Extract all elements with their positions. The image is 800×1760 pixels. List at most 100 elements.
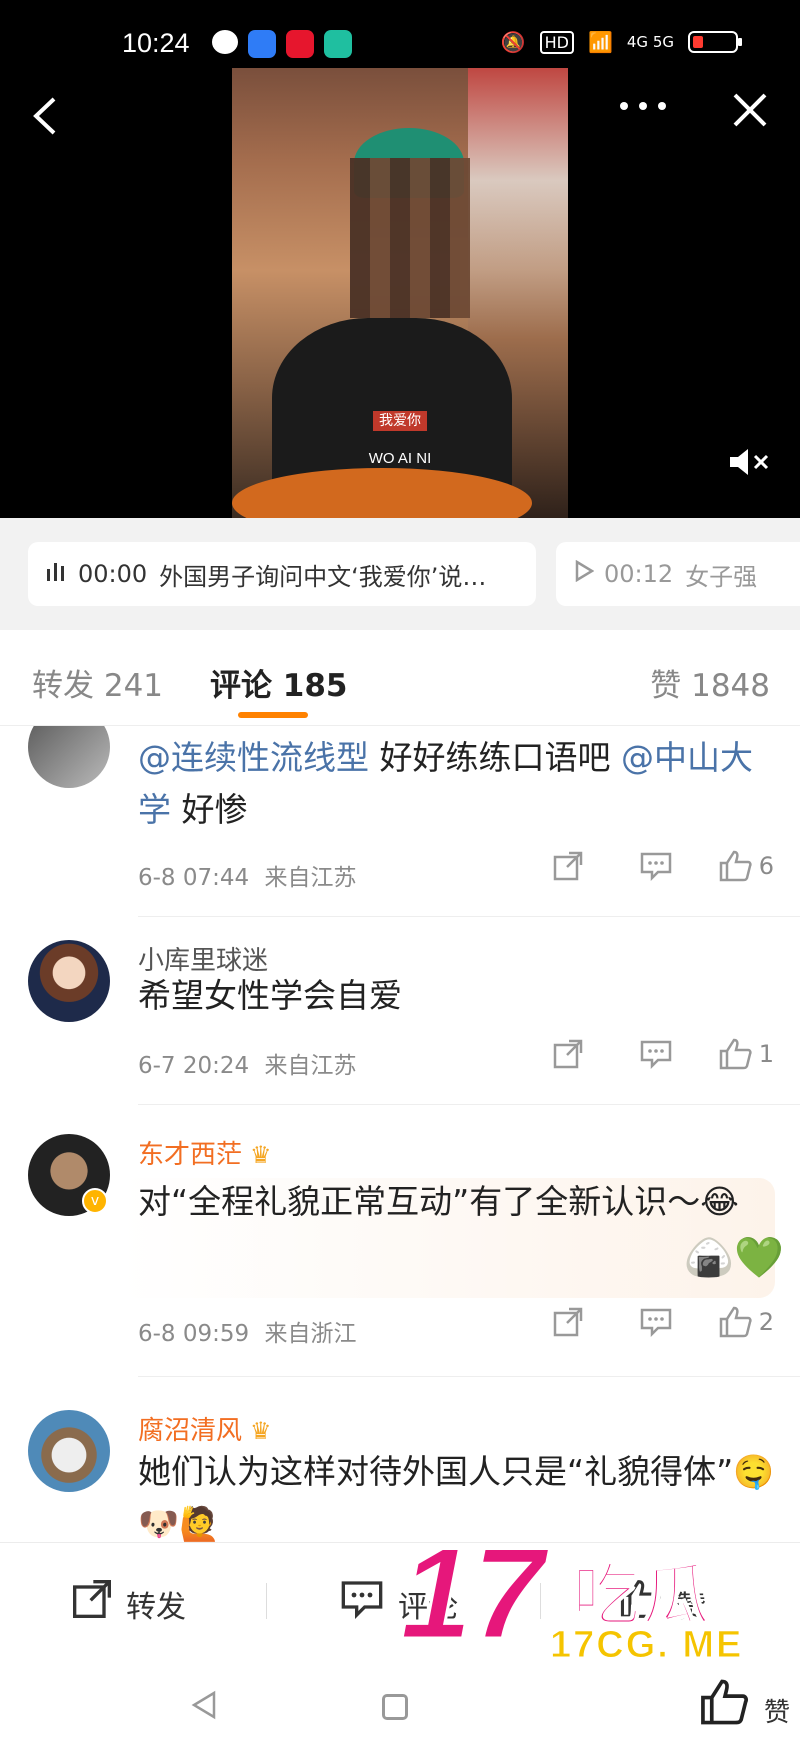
video-frame[interactable]: 我爱你 WO AI NI	[232, 68, 568, 518]
comment-text: 希望女性学会自爱	[138, 976, 402, 1015]
thumbs-up-icon	[719, 1306, 752, 1338]
comment-text: 她们认为这样对待外国人只是“礼貌得体”🤤🐶🙋	[138, 1452, 775, 1542]
thumbs-up-icon	[719, 1038, 752, 1070]
like-label: 赞	[676, 1589, 706, 1625]
subtitle-chinese: 我爱你	[232, 410, 568, 431]
comment-icon	[640, 852, 671, 881]
post-action-bar: 转发 评论 赞	[0, 1542, 800, 1658]
comment-meta: 6-8 07:44 来自江苏	[138, 858, 356, 892]
comment-meta: 6-8 09:59 来自浙江	[138, 1314, 356, 1348]
separator	[266, 1583, 267, 1619]
zongzi-sticker-icon: 🍙💚	[684, 1235, 784, 1281]
comment-actions: 2	[505, 1306, 774, 1338]
tab-comment[interactable]: 评论 185	[210, 660, 348, 705]
play-icon	[574, 559, 595, 588]
chapter-time: 00:12	[604, 560, 674, 588]
app-icon	[248, 30, 276, 58]
like-button[interactable]: 1	[719, 1038, 774, 1070]
comment-divider	[138, 916, 800, 917]
pixelated-face	[350, 158, 470, 318]
chapter-item[interactable]: 00:00 外国男子询问中文‘我爱你’说…	[28, 542, 536, 606]
share-button[interactable]	[543, 1039, 593, 1069]
repost-label: 转发	[126, 1589, 186, 1625]
comment-time: 6-8 07:44	[138, 865, 250, 891]
comment-location: 来自江苏	[264, 865, 357, 891]
share-button[interactable]	[543, 1307, 593, 1337]
comment-divider	[138, 1104, 800, 1105]
comment-meta: 6-7 20:24 来自江苏	[138, 1046, 356, 1080]
mute-button[interactable]	[728, 446, 772, 483]
like-count: 1	[758, 1040, 774, 1068]
comment-text: @连续性流线型 好好练练口语吧 @中山大学 好惨	[138, 738, 753, 829]
separator	[540, 1583, 541, 1619]
share-icon	[553, 1039, 582, 1069]
tab-like[interactable]: 赞 1848	[650, 660, 770, 705]
thumbs-up-icon	[620, 1579, 662, 1628]
more-button[interactable]	[618, 88, 668, 128]
comment-label: 评论	[398, 1589, 458, 1625]
post-tabs: 转发 241 评论 185 赞 1848	[0, 630, 800, 726]
wifi-icon: 📶	[587, 30, 613, 54]
like-button[interactable]: 2	[719, 1306, 774, 1338]
mention-link[interactable]: @连续性流线型	[138, 738, 369, 777]
hd-icon: HD	[539, 30, 574, 54]
like-post-button[interactable]: 赞	[620, 1579, 706, 1628]
system-back-button[interactable]	[190, 1690, 218, 1728]
mute-status-icon: 🔕	[500, 30, 526, 54]
status-time: 10:24	[122, 28, 190, 58]
reply-button[interactable]	[631, 1307, 681, 1337]
floating-like-label: 赞	[764, 1698, 791, 1728]
comment-icon	[640, 1308, 671, 1337]
triangle-back-icon	[191, 1690, 216, 1720]
subtitle-pinyin: WO AI NI	[368, 450, 432, 467]
share-button[interactable]	[543, 851, 593, 881]
verified-badge-icon: v	[82, 1188, 108, 1214]
audio-bars-icon	[46, 561, 68, 587]
back-button[interactable]	[30, 95, 60, 144]
like-button[interactable]: 6	[719, 850, 774, 882]
chevron-left-icon	[33, 97, 56, 135]
signal-label: 4G 5G	[626, 33, 674, 51]
system-home-button[interactable]	[382, 1694, 408, 1720]
chapter-time: 00:00	[78, 560, 148, 588]
weibo-icon	[286, 30, 314, 58]
status-app-icons	[212, 30, 352, 58]
repost-button[interactable]: 转发	[72, 1579, 186, 1628]
app-icon	[324, 30, 352, 58]
close-button[interactable]	[732, 92, 768, 135]
system-navigation-bar: 赞	[0, 1658, 800, 1760]
comment-text: 对“全程礼貌正常互动”有了全新认识～😂	[138, 1182, 739, 1221]
comment-time: 6-8 09:59	[138, 1321, 250, 1347]
like-count: 6	[758, 852, 774, 880]
comment-button[interactable]: 评论	[340, 1579, 458, 1628]
share-icon	[553, 851, 582, 881]
avatar[interactable]	[28, 1410, 110, 1492]
comment-list[interactable]: @连续性流线型 好好练练口语吧 @中山大学 好惨 6-8 07:44 来自江苏 …	[0, 726, 800, 1542]
video-player[interactable]: 10:24 🔕 HD 📶 4G 5G 我爱你 WO AI NI	[0, 0, 800, 518]
close-icon	[733, 93, 767, 127]
status-bar: 10:24 🔕 HD 📶 4G 5G	[0, 22, 800, 72]
chapter-item[interactable]: 00:12 女子强	[556, 542, 800, 606]
share-icon	[553, 1307, 582, 1337]
comment-divider	[138, 1376, 800, 1377]
chapter-title: 女子强	[685, 562, 758, 591]
battery-icon	[688, 31, 742, 53]
comment-username[interactable]: 腐沼清风 ♛	[138, 1410, 272, 1447]
floating-like-button[interactable]	[700, 1678, 750, 1737]
share-icon	[72, 1579, 112, 1628]
comment-actions: 6	[505, 850, 774, 882]
tab-repost[interactable]: 转发 241	[32, 660, 163, 705]
reply-button[interactable]	[631, 851, 681, 881]
reply-button[interactable]	[631, 1039, 681, 1069]
speaker-muted-icon	[730, 449, 769, 475]
comment-username[interactable]: 东才西茫 ♛	[138, 1134, 272, 1171]
comment-location: 来自浙江	[264, 1321, 357, 1347]
thumbs-up-icon	[701, 1679, 748, 1725]
avatar[interactable]	[28, 726, 110, 788]
chapter-title: 外国男子询问中文‘我爱你’说…	[159, 562, 487, 591]
thumbs-up-icon	[719, 850, 752, 882]
avatar[interactable]	[28, 940, 110, 1022]
tab-active-indicator	[238, 712, 308, 718]
wechat-icon	[212, 30, 238, 54]
comment-time: 6-7 20:24	[138, 1053, 250, 1079]
